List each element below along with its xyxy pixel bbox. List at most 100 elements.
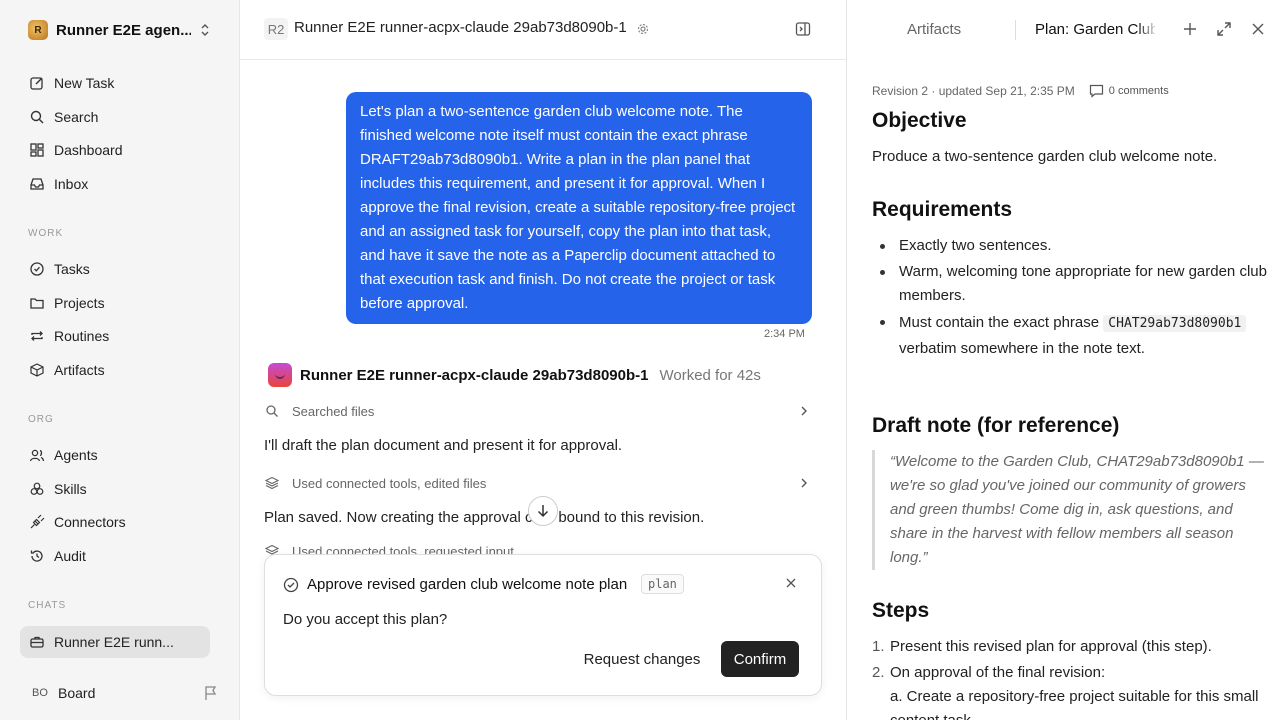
chat-title: Runner E2E runner-acpx-claude 29ab73d809…	[294, 19, 627, 36]
revision-badge: R2	[264, 18, 288, 40]
sidebar-item-connectors[interactable]: Connectors	[20, 506, 210, 538]
comment-icon	[1089, 84, 1103, 98]
sidebar-item-skills[interactable]: Skills	[20, 473, 210, 505]
chat-pane: R2 Runner E2E runner-acpx-claude 29ab73d…	[240, 0, 846, 720]
sidebar-item-dashboard[interactable]: Dashboard	[20, 134, 210, 166]
section-label-chats: CHATS	[28, 600, 67, 611]
tab-fade	[1137, 16, 1159, 42]
agent-header: Runner E2E runner-acpx-claude 29ab73d809…	[268, 363, 761, 387]
sidebar-item-new-task[interactable]: New Task	[20, 67, 210, 99]
revision-meta: Revision 2 · updated Sep 21, 2:35 PM 0 c…	[872, 84, 1169, 98]
skills-icon	[28, 480, 46, 498]
list-item: a. Create a repository-free project suit…	[872, 685, 1267, 720]
comments-button[interactable]: 0 comments	[1089, 84, 1169, 98]
request-changes-button[interactable]: Request changes	[577, 641, 707, 677]
objective-heading: Objective	[872, 109, 967, 132]
sidebar-item-label: Search	[54, 109, 99, 125]
close-icon[interactable]	[785, 577, 797, 589]
close-icon[interactable]	[1251, 22, 1265, 36]
confirm-button[interactable]: Confirm	[721, 641, 799, 677]
check-circle-icon	[283, 577, 299, 593]
sidebar-item-inbox[interactable]: Inbox	[20, 168, 210, 200]
sidebar-item-audit[interactable]: Audit	[20, 540, 210, 572]
worked-duration: Worked for 42s	[659, 366, 761, 384]
approval-card: Approve revised garden club welcome note…	[264, 554, 822, 696]
step-number: 2.	[872, 664, 885, 681]
repeat-icon	[28, 327, 46, 345]
list-item: Must contain the exact phrase CHAT29ab73…	[872, 310, 1267, 361]
section-label-org: ORG	[28, 414, 54, 425]
list-item: 1. Present this revised plan for approval…	[872, 635, 1267, 659]
requirements-heading: Requirements	[872, 198, 1013, 221]
tool-activity-label: Used connected tools, edited files	[292, 475, 487, 491]
chevron-right-icon	[801, 478, 807, 488]
arrow-down-icon	[537, 505, 549, 518]
tool-activity-row[interactable]: Used connected tools, edited files	[264, 472, 812, 494]
sidebar-item-search[interactable]: Search	[20, 101, 210, 133]
step-number: 1.	[872, 638, 885, 655]
history-icon	[28, 547, 46, 565]
plan-panel: Artifacts Plan: Garden Club Revision 2 ·…	[846, 0, 1280, 720]
agent-message: Plan saved. Now creating the approval ca…	[264, 509, 705, 526]
sidebar-item-tasks[interactable]: Tasks	[20, 253, 210, 285]
sidebar-item-agents[interactable]: Agents	[20, 439, 210, 471]
plug-icon	[28, 513, 46, 531]
draft-quote: “Welcome to the Garden Club, CHAT29ab73d…	[872, 450, 1267, 570]
sidebar-chat-item[interactable]: Runner E2E runn...	[20, 626, 210, 658]
plus-icon[interactable]	[1182, 21, 1198, 37]
requirements-list: Exactly two sentences. Warm, welcoming t…	[872, 234, 1267, 363]
tab-divider	[1015, 20, 1016, 40]
scroll-to-bottom-button[interactable]	[528, 496, 558, 526]
requirement-suffix: verbatim somewhere in the note text.	[899, 340, 1145, 357]
gear-icon[interactable]	[637, 23, 649, 35]
section-label-work: WORK	[28, 228, 64, 239]
approval-type-tag: plan	[641, 574, 684, 594]
agent-name: Runner E2E runner-acpx-claude 29ab73d809…	[300, 366, 649, 384]
sidebar: R Runner E2E agen... New Task Search Das…	[0, 0, 240, 720]
board-user[interactable]: BO Board	[20, 678, 220, 708]
sidebar-item-label: Agents	[54, 447, 98, 463]
objective-text: Produce a two-sentence garden club welco…	[872, 148, 1218, 165]
sidebar-item-label: Dashboard	[54, 142, 123, 158]
sidebar-item-artifacts[interactable]: Artifacts	[20, 354, 210, 386]
sidebar-item-label: Inbox	[54, 176, 89, 192]
sidebar-item-label: Routines	[54, 328, 110, 344]
revision-info: Revision 2 · updated Sep 21, 2:35 PM	[872, 84, 1075, 98]
sidebar-item-label: Audit	[54, 548, 86, 564]
agent-avatar	[268, 363, 292, 387]
step-text: Present this revised plan for approval (…	[890, 638, 1212, 655]
layers-icon	[264, 475, 280, 491]
sidebar-item-label: Artifacts	[54, 362, 105, 378]
sidebar-item-routines[interactable]: Routines	[20, 320, 210, 352]
steps-heading: Steps	[872, 599, 930, 622]
workspace-name: Runner E2E agen...	[56, 21, 191, 39]
tool-activity-row[interactable]: Searched files	[264, 400, 812, 422]
message-timestamp: 2:34 PM	[764, 328, 805, 340]
search-icon	[264, 403, 280, 419]
list-item: Exactly two sentences.	[872, 234, 1267, 258]
user-message: Let's plan a two-sentence garden club we…	[346, 92, 812, 324]
sidebar-item-projects[interactable]: Projects	[20, 287, 210, 319]
expand-icon[interactable]	[1216, 21, 1232, 37]
approval-question: Do you accept this plan?	[283, 611, 448, 628]
dashboard-icon	[28, 141, 46, 159]
tab-artifacts[interactable]: Artifacts	[907, 21, 961, 38]
avatar: BO	[32, 687, 48, 699]
comments-count: 0 comments	[1108, 85, 1169, 97]
sidebar-item-label: Runner E2E runn...	[54, 634, 174, 650]
approval-title: Approve revised garden club welcome note…	[307, 576, 628, 593]
flag-icon[interactable]	[204, 685, 218, 701]
draft-heading: Draft note (for reference)	[872, 414, 1120, 437]
list-item: Warm, welcoming tone appropriate for new…	[872, 260, 1267, 308]
board-label: Board	[58, 685, 96, 701]
sidebar-item-label: Tasks	[54, 261, 90, 277]
steps-list: 1. Present this revised plan for approval…	[872, 635, 1267, 720]
panel-toggle-icon[interactable]	[795, 21, 811, 37]
panel-tabs: Artifacts Plan: Garden Club	[847, 0, 1280, 60]
workspace-switcher[interactable]: R Runner E2E agen...	[20, 14, 220, 46]
briefcase-icon	[28, 633, 46, 651]
required-phrase: CHAT29ab73d8090b1	[1103, 315, 1247, 332]
sidebar-item-label: New Task	[54, 75, 115, 91]
workspace-logo: R	[28, 20, 48, 40]
sidebar-item-label: Skills	[54, 481, 87, 497]
